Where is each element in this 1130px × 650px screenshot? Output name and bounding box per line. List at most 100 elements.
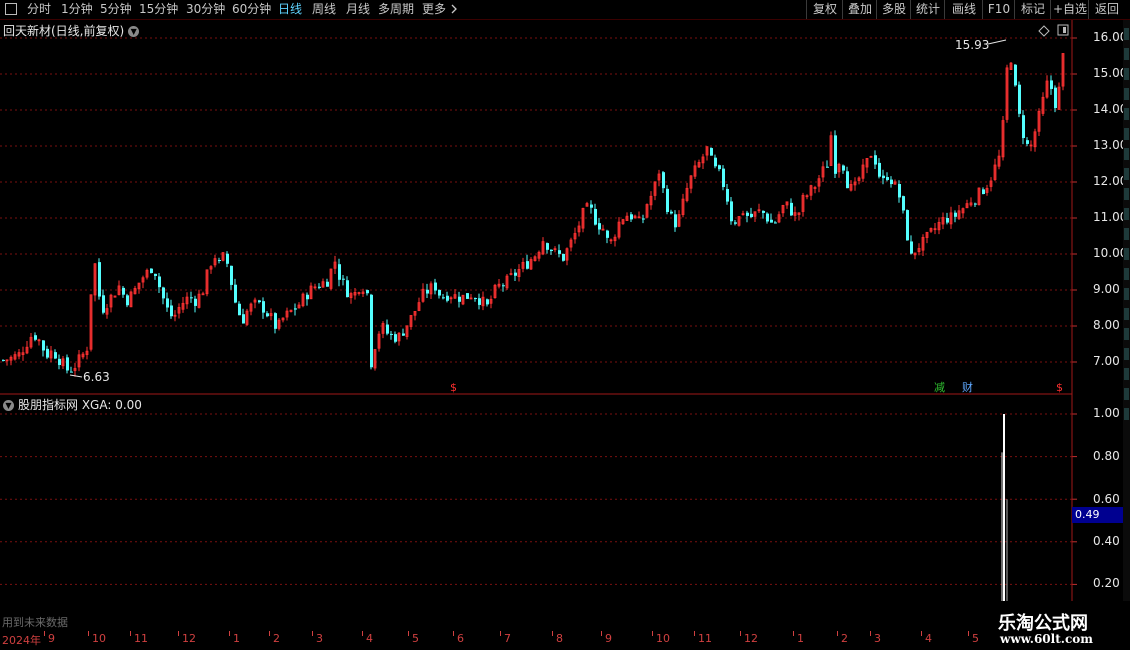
- candle-body: [434, 282, 437, 291]
- date-tick: [178, 631, 179, 636]
- candle-body: [2, 359, 5, 361]
- date-label: 3: [316, 632, 323, 645]
- date-tick: [44, 631, 45, 636]
- date-tick: [312, 631, 313, 636]
- date-label: 10: [656, 632, 670, 645]
- date-tick: [837, 631, 838, 636]
- candle-body: [710, 148, 713, 156]
- candle-body: [774, 222, 777, 224]
- date-label: 2: [273, 632, 280, 645]
- current-value-badge: 0.49: [1072, 507, 1125, 523]
- date-tick: [88, 631, 89, 636]
- date-tick: [740, 631, 741, 636]
- candle-body: [438, 289, 441, 296]
- candle-body: [158, 276, 161, 288]
- candle-body: [242, 314, 245, 324]
- candle-body: [194, 298, 197, 306]
- chevron-down-icon[interactable]: ▼: [128, 26, 140, 37]
- candle-body: [478, 298, 481, 305]
- indicator-title-text: 股朋指标网 XGA: 0.00: [18, 398, 142, 412]
- candle-body: [874, 155, 877, 165]
- reduction-marker[interactable]: 减: [934, 381, 945, 394]
- candle-body: [262, 301, 265, 313]
- date-label: 1: [797, 632, 804, 645]
- candle-body: [458, 296, 461, 302]
- candle-body: [766, 213, 769, 222]
- candle-body: [170, 305, 173, 317]
- date-tick: [793, 631, 794, 636]
- candle-body: [42, 340, 45, 351]
- chart-corner-icons: [1038, 24, 1069, 37]
- price-axis-label: 8.00: [1093, 318, 1120, 332]
- high-arrow: [987, 39, 1007, 45]
- candle-body: [762, 210, 765, 213]
- candle-body: [402, 333, 405, 336]
- date-tick: [601, 631, 602, 636]
- candle-body: [1054, 87, 1057, 109]
- date-label: 3: [874, 632, 881, 645]
- candle-body: [154, 273, 157, 276]
- candle-body: [746, 212, 749, 216]
- candlestick-series: [2, 53, 1065, 377]
- date-label: 9: [605, 632, 612, 645]
- candle-body: [386, 324, 389, 334]
- candle-body: [598, 223, 601, 230]
- candle-body: [606, 230, 609, 238]
- low-arrow: [69, 374, 83, 378]
- indicator-gridlines: [0, 413, 1077, 585]
- candle-body: [562, 253, 565, 261]
- candle-body: [502, 285, 505, 287]
- date-label: 6: [457, 632, 464, 645]
- candle-body: [54, 352, 57, 359]
- candle-body: [670, 211, 673, 214]
- finance-marker[interactable]: 财: [962, 380, 973, 394]
- date-label: 12: [182, 632, 196, 645]
- stock-title-text: 回天新材(日线,前复权): [3, 24, 125, 38]
- candle-body: [1014, 64, 1017, 86]
- kline-chart[interactable]: 15.93 6.63 $ 减 财 $: [0, 0, 1130, 650]
- candle-body: [722, 168, 725, 188]
- candle-body: [446, 295, 449, 301]
- candle-body: [122, 287, 125, 295]
- date-tick: [694, 631, 695, 636]
- dividend-marker-2[interactable]: $: [1056, 381, 1063, 394]
- dividend-marker[interactable]: $: [450, 381, 457, 394]
- brand-url: www.60lt.com: [1000, 632, 1093, 646]
- high-annotation: 15.93: [955, 38, 1007, 52]
- candle-body: [826, 166, 829, 168]
- candle-body: [342, 278, 345, 280]
- diamond-icon[interactable]: [1038, 25, 1050, 37]
- candle-body: [546, 243, 549, 250]
- date-label: 5: [412, 632, 419, 645]
- candle-body: [150, 268, 153, 274]
- candle-body: [846, 171, 849, 189]
- candle-body: [306, 294, 309, 300]
- date-tick: [652, 631, 653, 636]
- indicator-title: ▼ 股朋指标网 XGA: 0.00: [3, 396, 142, 413]
- candle-body: [790, 202, 793, 216]
- date-tick: [453, 631, 454, 636]
- candle-body: [750, 213, 753, 218]
- date-label: 10: [92, 632, 106, 645]
- future-data-warning: 用到未来数据: [2, 616, 68, 629]
- date-label: 11: [698, 632, 712, 645]
- candle-body: [66, 357, 69, 371]
- candle-body: [366, 290, 369, 294]
- indicator-signal: [1001, 414, 1008, 630]
- candle-body: [674, 214, 677, 228]
- candle-body: [974, 203, 977, 205]
- indicator-axis-label: 0.80: [1093, 449, 1120, 463]
- date-label: 2024年: [2, 634, 41, 647]
- candle-body: [1022, 115, 1025, 139]
- date-label: 4: [925, 632, 932, 645]
- candle-body: [126, 295, 129, 306]
- candle-body: [190, 297, 193, 299]
- date-label: 12: [744, 632, 758, 645]
- candle-body: [770, 219, 773, 223]
- date-tick: [130, 631, 131, 636]
- candle-body: [558, 250, 561, 254]
- candle-body: [234, 284, 237, 303]
- chevron-down-icon[interactable]: ▼: [3, 400, 14, 411]
- candle-body: [201, 293, 205, 296]
- price-axis-label: 9.00: [1093, 282, 1120, 296]
